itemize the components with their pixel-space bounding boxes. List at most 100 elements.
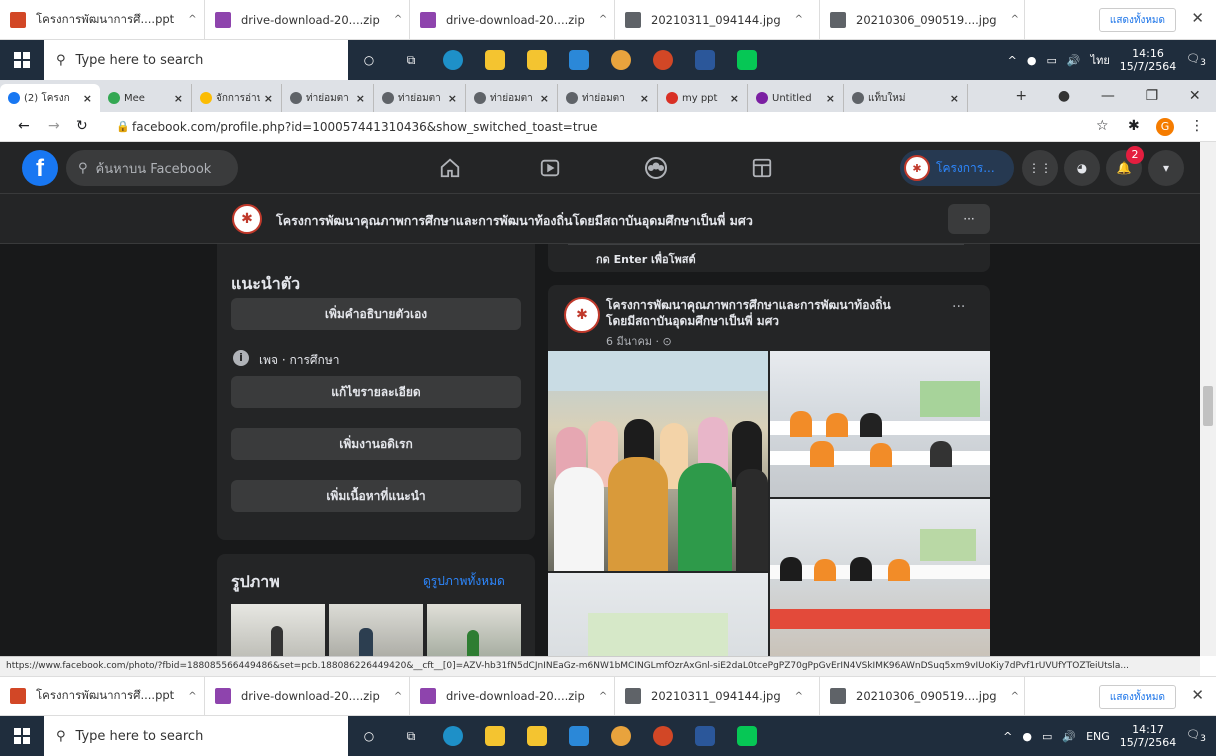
browser-tab[interactable]: ท่าย่อมตา × — [282, 84, 374, 112]
tab-close-icon[interactable]: × — [640, 92, 649, 105]
powerpoint-icon[interactable] — [642, 716, 684, 756]
cortana-icon[interactable]: ○ — [348, 716, 390, 756]
post-author[interactable]: โครงการพัฒนาคุณภาพการศึกษาและการพัฒนาท้อ… — [606, 297, 891, 329]
add-featured-button[interactable]: เพิ่มเนื้อหาที่แนะนำ — [231, 480, 521, 512]
tab-close-icon[interactable]: × — [448, 92, 457, 105]
restore-icon[interactable]: ❐ — [1146, 88, 1159, 104]
chevron-up-icon[interactable]: ^ — [599, 691, 607, 702]
pages-icon[interactable] — [748, 154, 776, 182]
download-item[interactable]: drive-download-20....zip ^ — [205, 676, 410, 716]
facebook-search-input[interactable]: ⚲ ค้นหาบน Facebook — [66, 150, 238, 186]
edit-details-button[interactable]: แก้ไขรายละเอียด — [231, 376, 521, 408]
messenger-icon[interactable]: ◕ — [1064, 150, 1100, 186]
browser-tab[interactable]: ท่าย่อมตา × — [558, 84, 658, 112]
photo-thumbnail[interactable] — [329, 604, 423, 656]
edge-icon[interactable] — [432, 716, 474, 756]
profile-shortcut[interactable]: ✱ โครงการ... — [900, 150, 1014, 186]
more-options-button[interactable]: ··· — [948, 204, 990, 234]
chevron-up-icon[interactable]: ^ — [1008, 54, 1017, 67]
menu-icon[interactable]: ⋮ — [1190, 118, 1204, 134]
volume-icon[interactable]: 🔊 — [1067, 54, 1081, 67]
add-hobbies-button[interactable]: เพิ่มงานอดิเรก — [231, 428, 521, 460]
download-item[interactable]: drive-download-20....zip ^ — [205, 0, 410, 40]
mic-icon[interactable]: ● — [1022, 730, 1032, 743]
browser-tab[interactable]: จักการอ่าน × — [192, 84, 282, 112]
task-view-icon[interactable]: ⧉ — [390, 40, 432, 80]
browser-tab[interactable]: ท่าย่อมตา × — [374, 84, 466, 112]
download-item[interactable]: 20210306_090519....jpg ^ — [820, 676, 1025, 716]
network-icon[interactable]: ▭ — [1042, 730, 1052, 743]
windows-start-icon[interactable] — [0, 40, 44, 80]
account-dropdown-icon[interactable]: ▾ — [1148, 150, 1184, 186]
home-icon[interactable] — [436, 154, 464, 182]
windows-start-icon[interactable] — [0, 716, 44, 756]
post-timestamp[interactable]: 6 มีนาคม · ⊙ — [606, 332, 672, 350]
mail-icon[interactable] — [558, 40, 600, 80]
new-tab-icon[interactable]: + — [1015, 88, 1027, 104]
chevron-up-icon[interactable]: ^ — [1011, 691, 1019, 702]
mic-icon[interactable]: ● — [1027, 54, 1037, 67]
browser-tab[interactable]: my ppt × — [658, 84, 748, 112]
language-indicator[interactable]: ไทย — [1091, 51, 1110, 69]
clock[interactable]: 14:17 15/7/2564 — [1120, 723, 1176, 749]
tab-close-icon[interactable]: × — [730, 92, 739, 105]
menu-grid-icon[interactable]: ⋮⋮ — [1022, 150, 1058, 186]
post-photo-group[interactable] — [548, 351, 768, 571]
photo-thumbnail[interactable] — [231, 604, 325, 656]
browser-tab[interactable]: Untitled × — [748, 84, 844, 112]
download-item[interactable]: drive-download-20....zip ^ — [410, 676, 615, 716]
tab-close-icon[interactable]: × — [174, 92, 183, 105]
minimize-icon[interactable]: — — [1101, 88, 1115, 104]
chevron-up-icon[interactable]: ^ — [795, 691, 803, 702]
post-photo-classroom[interactable] — [770, 351, 990, 497]
chevron-up-icon[interactable]: ^ — [394, 691, 402, 702]
tab-close-icon[interactable]: × — [950, 92, 959, 105]
file-explorer-icon[interactable] — [474, 40, 516, 80]
network-icon[interactable]: ▭ — [1046, 54, 1056, 67]
download-item[interactable]: drive-download-20....zip ^ — [410, 0, 615, 40]
download-item[interactable]: โครงการพัฒนาการศึ....ppt ^ — [0, 0, 205, 40]
close-icon[interactable]: ✕ — [1189, 88, 1201, 104]
tab-close-icon[interactable]: × — [83, 92, 92, 105]
chevron-up-icon[interactable]: ^ — [188, 691, 196, 702]
word-icon[interactable] — [684, 40, 726, 80]
edge-icon[interactable] — [432, 40, 474, 80]
tab-close-icon[interactable]: × — [826, 92, 835, 105]
watch-icon[interactable] — [536, 154, 564, 182]
download-item[interactable]: 20210311_094144.jpg ^ — [615, 676, 820, 716]
tab-close-icon[interactable]: × — [540, 92, 549, 105]
notification-icon[interactable]: 🗨3 — [1186, 52, 1206, 68]
page-scrollbar[interactable] — [1200, 142, 1216, 656]
notification-icon[interactable]: 🗨3 — [1186, 728, 1206, 744]
chrome-icon[interactable] — [600, 716, 642, 756]
download-item[interactable]: โครงการพัฒนาการศึ....ppt ^ — [0, 676, 205, 716]
powerpoint-icon[interactable] — [642, 40, 684, 80]
chevron-up-icon[interactable]: ^ — [188, 14, 196, 25]
forward-icon[interactable]: → — [48, 118, 60, 134]
post-more-icon[interactable]: ··· — [952, 299, 965, 315]
store-icon[interactable] — [516, 716, 558, 756]
back-icon[interactable]: ← — [18, 118, 30, 134]
mail-icon[interactable] — [558, 716, 600, 756]
browser-tab[interactable]: Mee × — [100, 84, 192, 112]
volume-icon[interactable]: 🔊 — [1062, 730, 1076, 743]
taskbar-search-input[interactable]: ⚲ Type here to search — [44, 40, 348, 80]
line-icon[interactable] — [726, 40, 768, 80]
post-photo-workshop[interactable] — [770, 499, 990, 656]
taskbar-search-input[interactable]: ⚲ Type here to search — [44, 716, 348, 756]
chevron-up-icon[interactable]: ^ — [795, 14, 803, 25]
show-all-downloads-button[interactable]: แสดงทั้งหมด — [1098, 685, 1176, 709]
chrome-icon[interactable] — [600, 40, 642, 80]
facebook-logo[interactable]: f — [22, 150, 58, 186]
line-icon[interactable] — [726, 716, 768, 756]
see-all-photos-link[interactable]: ดูรูปภาพทั้งหมด — [423, 572, 505, 591]
store-icon[interactable] — [516, 40, 558, 80]
photo-thumbnail[interactable] — [427, 604, 521, 656]
task-view-icon[interactable]: ⧉ — [390, 716, 432, 756]
profile-dot-icon[interactable]: ● — [1058, 88, 1070, 104]
add-bio-button[interactable]: เพิ่มคำอธิบายตัวเอง — [231, 298, 521, 330]
chevron-up-icon[interactable]: ^ — [1003, 730, 1012, 743]
post-photo-presentation[interactable] — [548, 573, 768, 656]
close-icon[interactable]: ✕ — [1191, 9, 1204, 27]
profile-avatar[interactable]: G — [1156, 118, 1174, 136]
